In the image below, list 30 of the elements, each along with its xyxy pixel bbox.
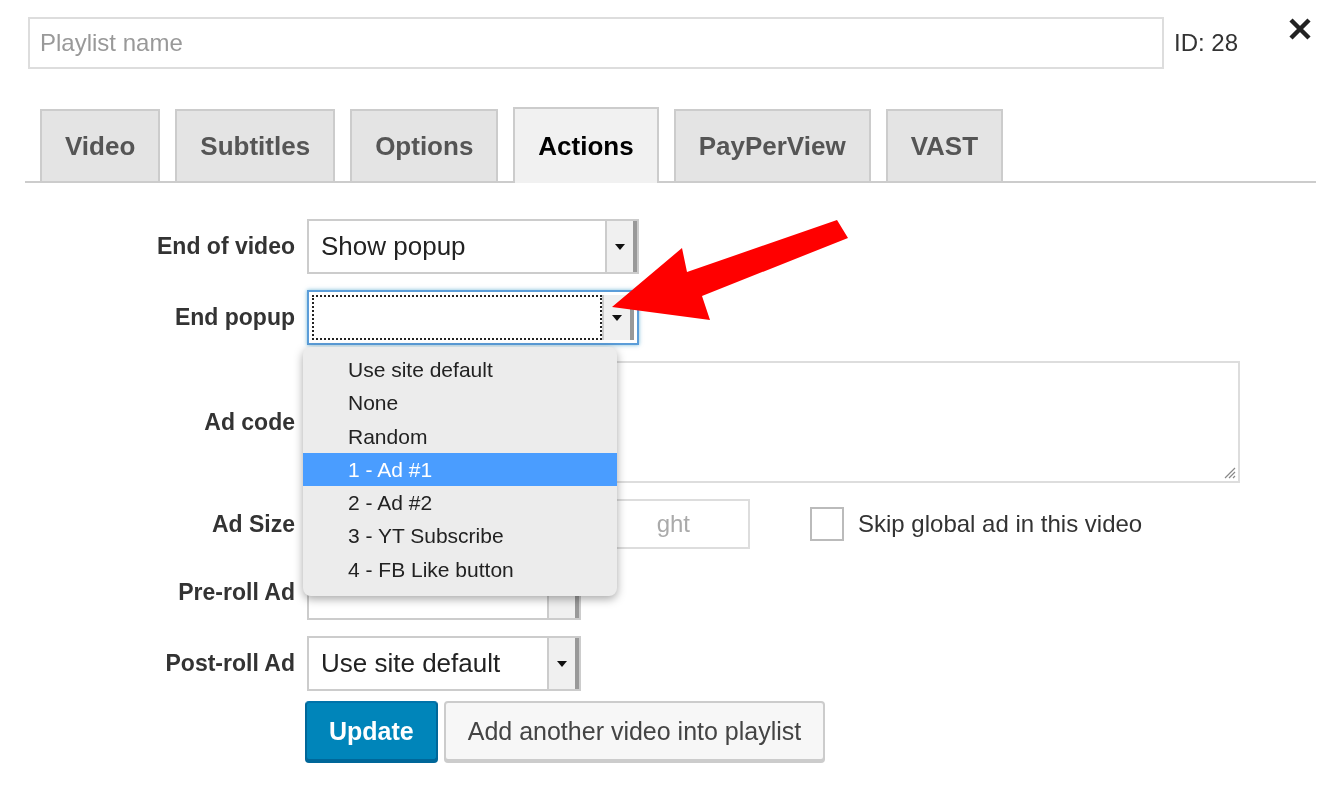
select-field[interactable]: Use site default bbox=[307, 636, 581, 691]
tab[interactable]: Subtitles bbox=[175, 109, 336, 181]
caret-icon bbox=[556, 659, 568, 668]
checkbox[interactable] bbox=[810, 507, 844, 541]
update-button[interactable]: Update bbox=[305, 701, 438, 761]
tab[interactable]: Actions bbox=[513, 107, 659, 183]
tab[interactable]: VAST bbox=[885, 109, 1004, 181]
caret-icon bbox=[614, 242, 626, 251]
field-label: Ad Size bbox=[210, 510, 295, 538]
field-label: Ad code bbox=[203, 408, 295, 436]
playlist-id: ID: 28 bbox=[1174, 29, 1239, 57]
tab[interactable]: PayPerView bbox=[673, 109, 871, 181]
field-label: Post-roll Ad bbox=[164, 650, 295, 677]
select-field[interactable] bbox=[307, 290, 639, 345]
dropdown-option[interactable]: 4 - FB Like button bbox=[303, 552, 617, 587]
field-label: End of video bbox=[156, 233, 295, 260]
add-video-button[interactable]: Add another video into playlist bbox=[443, 701, 826, 761]
field-label: Pre-roll Ad bbox=[177, 579, 295, 606]
tab[interactable]: Options bbox=[350, 109, 499, 181]
caret-icon bbox=[611, 313, 623, 322]
dropdown-option[interactable]: Use site default bbox=[303, 353, 617, 387]
close-icon[interactable] bbox=[1288, 17, 1313, 41]
field-label: End popup bbox=[173, 304, 295, 331]
dropdown-option[interactable]: Random bbox=[303, 419, 617, 453]
dropdown-option[interactable]: None bbox=[303, 386, 617, 420]
tab[interactable]: Video bbox=[40, 109, 161, 181]
resize-grip-icon bbox=[1222, 465, 1236, 479]
select-field[interactable]: Show popup bbox=[307, 219, 639, 274]
checkbox-label: Skip global ad in this video bbox=[858, 510, 1143, 538]
playlist-name-field[interactable]: Playlist name bbox=[28, 17, 1164, 69]
